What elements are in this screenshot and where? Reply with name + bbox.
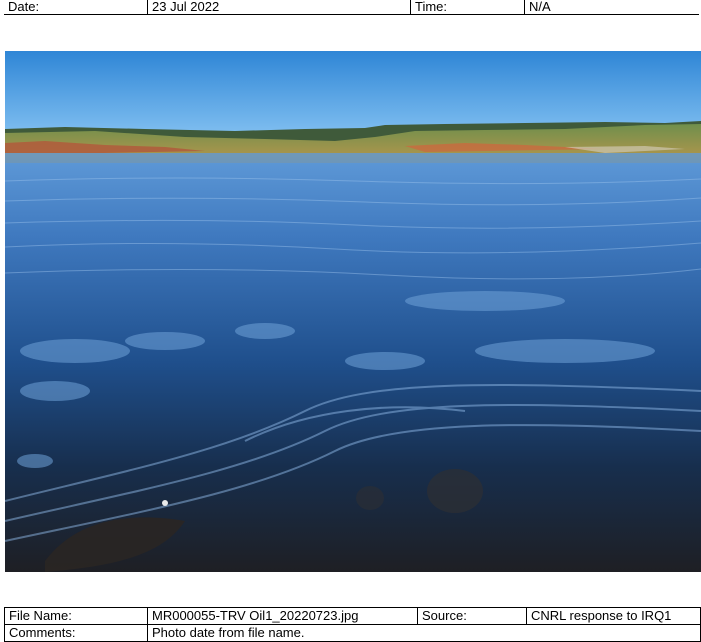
source-value: CNRL response to IRQ1 [526, 608, 700, 624]
lake-photo [5, 51, 701, 572]
footer-table: File Name: MR000055-TRV Oil1_20220723.jp… [4, 607, 701, 642]
time-label: Time: [410, 0, 524, 14]
comments-label: Comments: [9, 625, 76, 640]
date-label: Date: [8, 0, 40, 14]
time-value: N/A [524, 0, 699, 14]
file-name-label: File Name: [9, 608, 72, 623]
comments-value: Photo date from file name. [147, 625, 700, 641]
file-row: File Name: MR000055-TRV Oil1_20220723.jp… [5, 608, 700, 624]
date-value: 23 Jul 2022 [147, 0, 410, 14]
header-table: Date: 23 Jul 2022 Time: N/A [4, 0, 699, 15]
source-label: Source: [417, 608, 526, 624]
file-name-value: MR000055-TRV Oil1_20220723.jpg [147, 608, 417, 624]
sky [5, 51, 701, 131]
comments-row: Comments: Photo date from file name. [5, 624, 700, 641]
